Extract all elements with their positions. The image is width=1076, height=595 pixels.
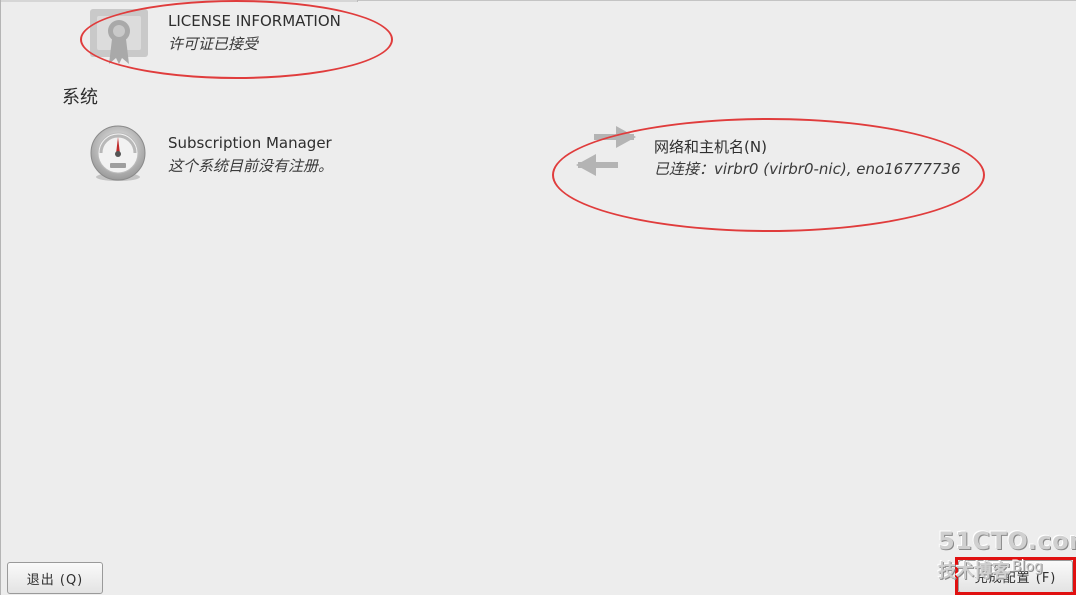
top-tab-edge	[0, 0, 358, 2]
spoke-subscription-manager[interactable]: Subscription Manager 这个系统目前没有注册。	[84, 120, 384, 184]
spoke-network-hostname[interactable]: 网络和主机名(N) 已连接：virbr0 (virbr0-nic), eno16…	[572, 124, 972, 188]
license-title: LICENSE INFORMATION	[168, 12, 341, 30]
subscription-status: 这个系统目前没有注册。	[168, 157, 334, 175]
network-arrows-icon	[572, 126, 638, 190]
certificate-icon	[88, 6, 150, 70]
network-title: 网络和主机名(N)	[654, 138, 767, 156]
section-label-system: 系统	[62, 87, 98, 108]
watermark-site: 51CTO.com	[938, 527, 1076, 555]
spoke-license-information[interactable]: LICENSE INFORMATION 许可证已接受	[84, 4, 374, 68]
license-status: 许可证已接受	[168, 35, 259, 53]
quit-button[interactable]: 退出 (Q)	[7, 562, 103, 594]
subscription-title: Subscription Manager	[168, 134, 332, 152]
left-border	[0, 0, 1, 595]
network-status: 已连接：virbr0 (virbr0-nic), eno16777736	[654, 160, 961, 178]
finish-configuration-button[interactable]: 完成配置 (F)	[958, 560, 1073, 593]
gauge-icon	[87, 123, 149, 187]
